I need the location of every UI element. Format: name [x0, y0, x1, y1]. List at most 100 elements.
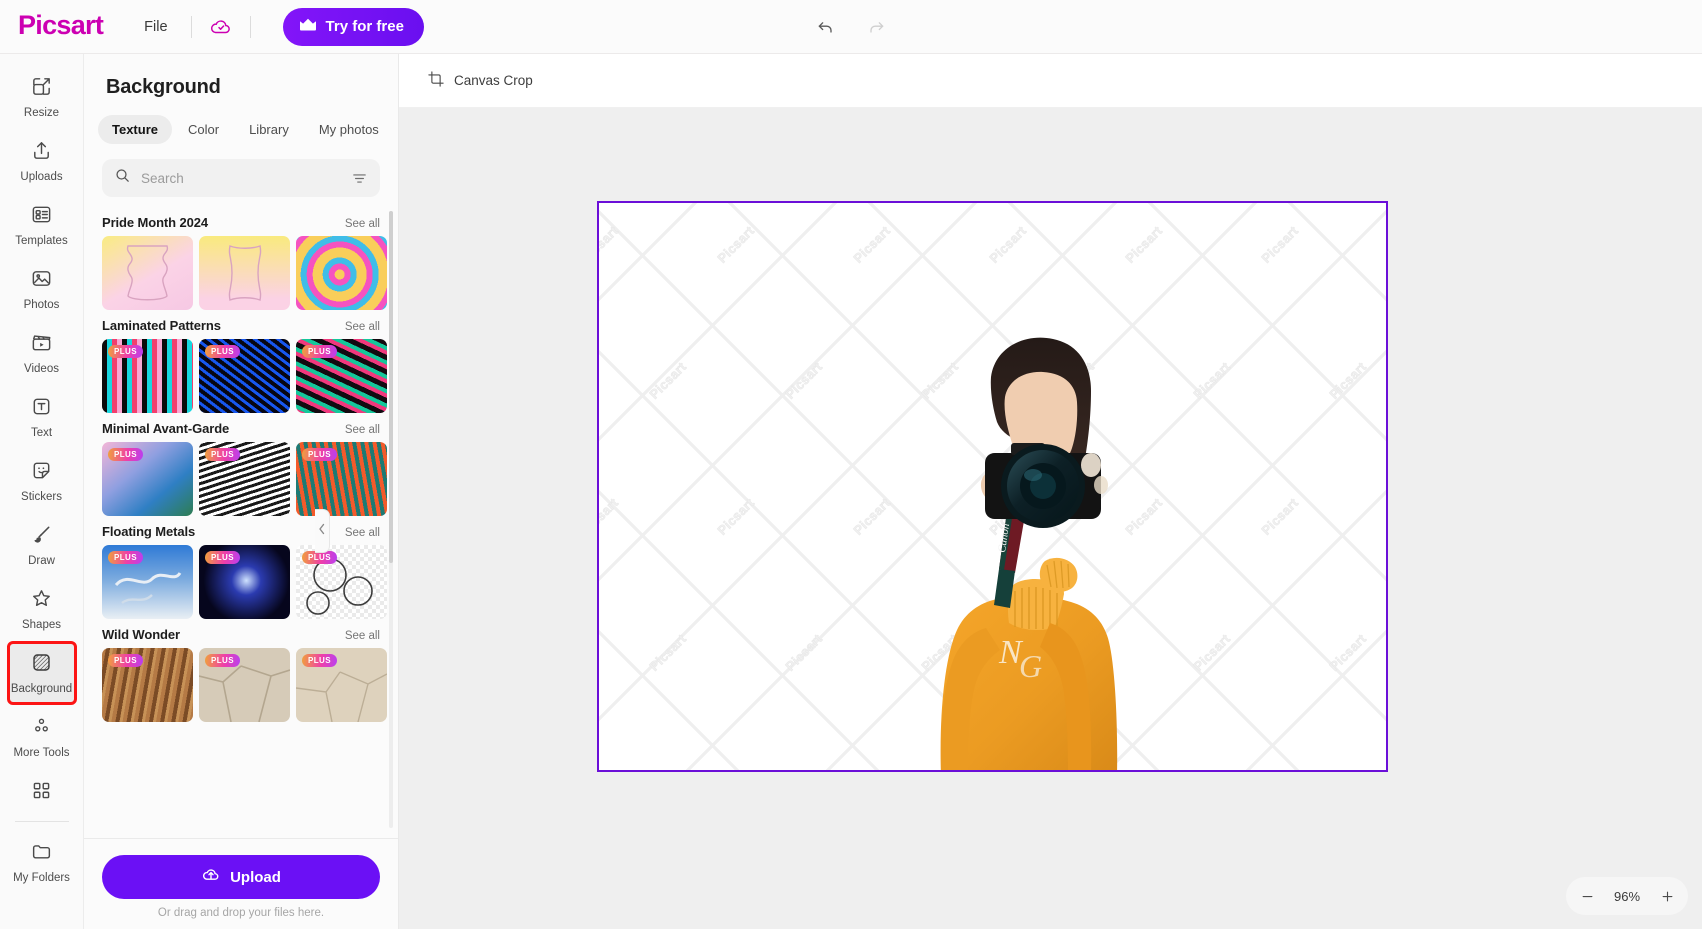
sidebar-item-uploads[interactable]: Uploads	[9, 131, 75, 191]
sidebar-label-draw: Draw	[28, 554, 55, 567]
section-title: Wild Wonder	[102, 627, 180, 642]
texture-thumb[interactable]: PLUS	[296, 339, 387, 413]
texture-thumb[interactable]: PLUS	[296, 648, 387, 722]
watermark-text: Picsart	[1326, 631, 1370, 674]
texture-thumb[interactable]: PLUS	[102, 442, 193, 516]
sidebar-label-shapes: Shapes	[21, 618, 61, 631]
picsart-logo[interactable]: Picsart	[18, 12, 104, 39]
sidebar-item-background[interactable]: Background	[6, 641, 77, 705]
tab-library[interactable]: Library	[235, 115, 303, 144]
sidebar-item-my-folders[interactable]: My Folders	[9, 832, 75, 892]
plus-badge: PLUS	[302, 345, 337, 358]
workspace: Resize Uploads Templates Photos Videos T…	[0, 54, 1702, 929]
photo-layer-woman-with-camera[interactable]: Canon N G	[895, 325, 1145, 772]
cloud-saved-icon[interactable]	[208, 14, 234, 40]
tab-color[interactable]: Color	[174, 115, 233, 144]
plus-badge: PLUS	[108, 345, 143, 358]
zoom-value: 96%	[1613, 888, 1641, 904]
sidebar-label-uploads: Uploads	[20, 170, 63, 183]
plus-badge: PLUS	[108, 448, 143, 461]
artboard[interactable]: Picsart Picsart Picsart Picsart Picsart Picsa…	[597, 201, 1388, 772]
star-icon	[30, 587, 53, 615]
watermark-text: Picsart	[1258, 495, 1302, 538]
scrollbar-thumb[interactable]	[389, 211, 393, 563]
see-all-link[interactable]: See all	[345, 527, 380, 539]
panel-footer: Upload Or drag and drop your files here.	[84, 838, 398, 929]
upload-button[interactable]: Upload	[102, 855, 380, 899]
divider-2	[249, 15, 251, 38]
text-icon	[30, 395, 53, 423]
plus-badge: PLUS	[205, 654, 240, 667]
texture-thumb[interactable]: PLUS	[199, 545, 290, 619]
file-menu-button[interactable]: File	[137, 14, 174, 40]
section-header-laminated: Laminated Patterns See all	[102, 318, 380, 333]
background-hatch-icon	[30, 651, 53, 679]
divider-1	[190, 15, 192, 38]
crop-icon	[427, 70, 445, 91]
zoom-out-button[interactable]	[1572, 881, 1602, 911]
cloud-upload-icon	[201, 865, 221, 889]
chevron-left-icon	[318, 522, 326, 540]
plus-badge: PLUS	[205, 551, 240, 564]
video-clapper-icon	[30, 331, 53, 359]
canvas-stage[interactable]: Picsart Picsart Picsart Picsart Picsart Picsa…	[399, 108, 1702, 929]
plus-badge: PLUS	[108, 551, 143, 564]
search-bar[interactable]	[102, 159, 380, 197]
sidebar-item-photos[interactable]: Photos	[9, 259, 75, 319]
texture-thumb[interactable]: PLUS	[102, 648, 193, 722]
see-all-link[interactable]: See all	[345, 321, 380, 333]
texture-thumb[interactable]: PLUS	[296, 545, 387, 619]
sidebar-item-resize[interactable]: Resize	[9, 67, 75, 127]
watermark-text: Picsart	[646, 631, 690, 674]
sidebar-item-templates[interactable]: Templates	[9, 195, 75, 255]
watermark-text: Picsart	[599, 495, 622, 538]
tab-my-photos[interactable]: My photos	[305, 115, 393, 144]
texture-thumb[interactable]: PLUS	[296, 442, 387, 516]
apps-grid-icon	[30, 779, 53, 807]
see-all-link[interactable]: See all	[345, 630, 380, 642]
texture-thumb[interactable]	[102, 236, 193, 310]
watermark-text: Picsart	[782, 631, 826, 674]
texture-sections-scroll[interactable]: Pride Month 2024 See all Laminated Patte…	[84, 207, 398, 838]
texture-thumb[interactable]: PLUS	[102, 339, 193, 413]
texture-thumb[interactable]: PLUS	[199, 339, 290, 413]
watermark-text: Picsart	[1122, 223, 1166, 266]
page-title: Background	[106, 76, 221, 98]
canvas-crop-button[interactable]: Canvas Crop	[417, 64, 543, 97]
texture-thumb[interactable]	[199, 236, 290, 310]
panel-tabs: Texture Color Library My photos	[98, 115, 398, 144]
see-all-link[interactable]: See all	[345, 424, 380, 436]
sidebar-item-text[interactable]: Text	[9, 387, 75, 447]
thumb-row-wild: PLUS PLUS PLUS	[102, 648, 387, 722]
sidebar-item-more-tools[interactable]: More Tools	[9, 707, 75, 767]
search-input[interactable]	[141, 170, 341, 186]
plus-badge: PLUS	[205, 448, 240, 461]
sidebar-item-stickers[interactable]: Stickers	[9, 451, 75, 511]
apps-grid-button[interactable]	[9, 771, 75, 815]
sidebar-label-my-folders: My Folders	[13, 871, 70, 884]
tab-texture[interactable]: Texture	[98, 115, 172, 144]
sidebar-label-templates: Templates	[15, 234, 68, 247]
thumb-row-laminated: PLUS PLUS PLUS	[102, 339, 387, 413]
filter-icon[interactable]	[351, 170, 368, 187]
redo-button[interactable]	[862, 13, 890, 41]
watermark-text: Picsart	[1190, 359, 1234, 402]
sidebar-item-shapes[interactable]: Shapes	[9, 579, 75, 639]
sidebar-item-draw[interactable]: Draw	[9, 515, 75, 575]
panel-collapse-handle[interactable]	[315, 509, 330, 553]
sidebar-item-videos[interactable]: Videos	[9, 323, 75, 383]
texture-thumb[interactable]: PLUS	[199, 442, 290, 516]
texture-thumb[interactable]	[296, 236, 387, 310]
texture-thumb[interactable]: PLUS	[199, 648, 290, 722]
watermark-text: Picsart	[1190, 631, 1234, 674]
zoom-in-button[interactable]	[1652, 881, 1682, 911]
rail-divider	[14, 821, 69, 822]
sticker-icon	[30, 459, 53, 487]
texture-thumb[interactable]: PLUS	[102, 545, 193, 619]
see-all-link[interactable]: See all	[345, 218, 380, 230]
try-for-free-button[interactable]: Try for free	[282, 7, 424, 46]
folder-icon	[30, 840, 53, 868]
section-header-wild: Wild Wonder See all	[102, 627, 380, 642]
watermark-text: Picsart	[599, 767, 621, 770]
undo-button[interactable]	[812, 13, 840, 41]
